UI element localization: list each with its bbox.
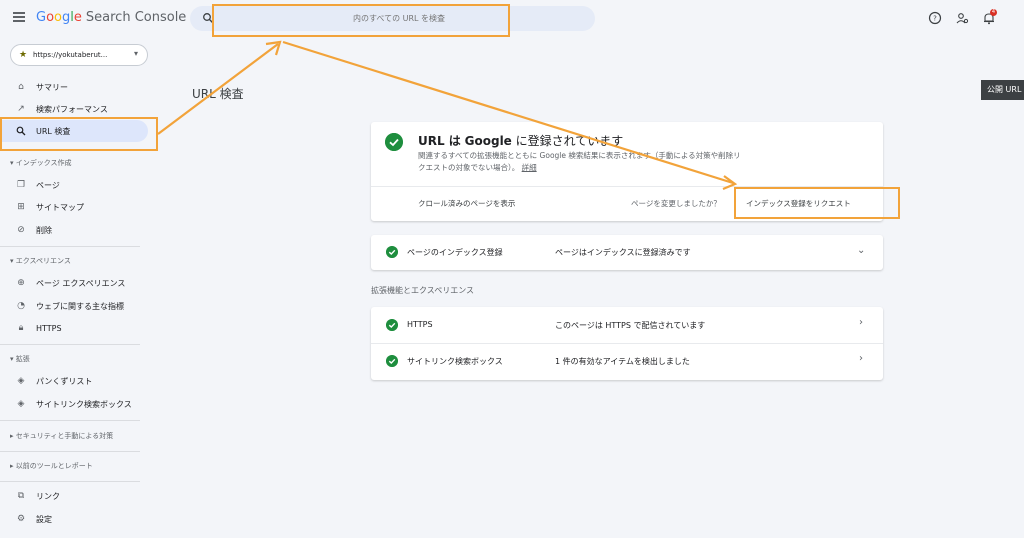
- sidebar-item-sitelinks-searchbox[interactable]: ◈ サイトリンク検索ボックス: [0, 393, 148, 415]
- sidebar-item-summary[interactable]: ⌂ サマリー: [0, 76, 148, 98]
- view-crawled-page-link[interactable]: クロール済みのページを表示: [418, 198, 515, 209]
- pages-icon: ❐: [16, 180, 26, 190]
- divider: [0, 451, 140, 452]
- section-experience-toggle[interactable]: ▾ エクスペリエンス: [10, 256, 71, 266]
- sidebar-item-settings[interactable]: ⚙ 設定: [0, 508, 148, 530]
- removal-icon: ⊘: [17, 225, 25, 235]
- check-circle-icon: [386, 246, 398, 258]
- enhancements-heading: 拡張機能とエクスペリエンス: [371, 286, 475, 295]
- enhancement-row-https[interactable]: HTTPS このページは HTTPS で配信されています ›: [371, 307, 883, 343]
- divider: [0, 344, 140, 345]
- sidebar-item-label: サマリー: [36, 82, 68, 92]
- divider: [0, 420, 140, 421]
- section-security-toggle[interactable]: ▸ セキュリティと手動による対策: [10, 431, 113, 441]
- chevron-right-icon: ›: [859, 353, 863, 364]
- highlight-box-url-inspection: [0, 117, 158, 151]
- sidebar-item-label: HTTPS: [36, 323, 62, 333]
- gear-icon: ⚙: [16, 514, 26, 524]
- status-title-prefix: URL は: [418, 134, 461, 148]
- chevron-right-icon: ›: [859, 317, 863, 328]
- check-circle-icon: [386, 319, 398, 331]
- sidebar-item-label: リンク: [36, 491, 60, 501]
- sitemap-icon: ⊞: [17, 202, 25, 212]
- speed-icon: ◔: [17, 301, 25, 311]
- notification-badge: 4: [990, 9, 997, 16]
- learn-more-link[interactable]: 詳細: [522, 163, 537, 172]
- help-icon[interactable]: ?: [928, 11, 942, 25]
- chevron-down-icon: ⌄: [857, 245, 866, 256]
- index-status-description: 関連するすべての拡張機能とともに Google 検索結果に表示されます（手動によ…: [418, 150, 748, 174]
- sidebar-item-label: ページ エクスペリエンス: [36, 278, 126, 288]
- sidebar-item-label: パンくずリスト: [36, 376, 93, 386]
- sidebar-item-breadcrumbs[interactable]: ◈ パンくずリスト: [0, 370, 148, 392]
- page-indexing-row[interactable]: ページのインデックス登録 ページはインデックスに登録済みです ⌄: [371, 235, 883, 270]
- row-value: ページはインデックスに登録済みです: [555, 248, 691, 257]
- menu-icon[interactable]: [13, 12, 25, 22]
- users-settings-icon[interactable]: [955, 11, 969, 25]
- app-header: GoogleSearch Console ? 4: [0, 0, 1024, 38]
- sidebar-item-core-web-vitals[interactable]: ◔ ウェブに関する主な指標: [0, 295, 148, 317]
- sidebar-item-sitemaps[interactable]: ⊞ サイトマップ: [0, 196, 148, 218]
- row-value: このページは HTTPS で配信されています: [555, 321, 706, 330]
- enhancements-card: HTTPS このページは HTTPS で配信されています › サイトリンク検索ボ…: [371, 307, 883, 380]
- divider: [0, 246, 140, 247]
- property-selector[interactable]: ★ https://yokutaberut... ▾: [10, 44, 148, 66]
- property-label: https://yokutaberut...: [33, 51, 108, 59]
- sidebar-item-removals[interactable]: ⊘ 削除: [0, 219, 148, 241]
- row-value: 1 件の有効なアイテムを検出しました: [555, 357, 690, 366]
- sidebar-item-page-experience[interactable]: ⊕ ページ エクスペリエンス: [0, 272, 148, 294]
- highlight-box-search: [212, 4, 510, 37]
- highlight-box-request-indexing: [734, 187, 900, 219]
- divider: [0, 481, 140, 482]
- layers-icon: ◈: [17, 399, 25, 409]
- sidebar-item-label: サイトマップ: [36, 202, 84, 212]
- chevron-down-icon: ▾: [133, 49, 138, 58]
- layers-icon: ◈: [17, 376, 25, 386]
- section-indexing-toggle[interactable]: ▾ インデックス作成: [10, 158, 72, 168]
- plus-circle-icon: ⊕: [17, 278, 25, 288]
- section-label: セキュリティと手動による対策: [15, 432, 114, 440]
- home-icon: ⌂: [18, 82, 24, 92]
- check-circle-icon: [386, 355, 398, 367]
- property-favicon-icon: ★: [19, 50, 28, 60]
- test-live-url-button[interactable]: 公開 URL: [981, 80, 1024, 100]
- index-status-title: URL は Google に登録されています: [418, 132, 623, 149]
- page-title: URL 検査: [192, 87, 244, 101]
- lock-icon: 🔒︎: [18, 323, 24, 333]
- link-icon: ⧉: [17, 491, 25, 501]
- row-label: HTTPS: [407, 320, 433, 329]
- svg-text:?: ?: [933, 15, 937, 23]
- enhancement-row-sitelinks[interactable]: サイトリンク検索ボックス 1 件の有効なアイテムを検出しました ›: [371, 344, 883, 380]
- sidebar-item-label: 削除: [36, 225, 52, 235]
- page-changed-question: ページを変更しましたか？: [631, 199, 721, 208]
- row-label: サイトリンク検索ボックス: [407, 357, 503, 366]
- sidebar-item-label: 検索パフォーマンス: [36, 104, 108, 114]
- sidebar-item-label: ウェブに関する主な指標: [36, 301, 124, 311]
- section-label: インデックス作成: [15, 159, 72, 167]
- product-name: Search Console: [85, 10, 187, 25]
- sidebar-item-links[interactable]: ⧉ リンク: [0, 485, 148, 507]
- sidebar-item-label: 設定: [36, 514, 52, 524]
- section-legacy-tools-toggle[interactable]: ▸ 以前のツールとレポート: [10, 461, 93, 471]
- status-description-text: 関連するすべての拡張機能とともに Google 検索結果に表示されます（手動によ…: [418, 151, 741, 172]
- sidebar-item-https[interactable]: 🔒︎ HTTPS: [0, 317, 148, 339]
- section-label: エクスペリエンス: [15, 257, 71, 265]
- section-enhancements-toggle[interactable]: ▾ 拡張: [10, 354, 30, 364]
- trending-icon: ↗: [17, 104, 25, 114]
- app-logo[interactable]: Google Search Console: [36, 10, 186, 25]
- section-label: 拡張: [15, 355, 30, 363]
- row-label: ページのインデックス登録: [407, 248, 503, 257]
- sidebar-item-label: ページ: [36, 180, 60, 190]
- status-title-brand: Google: [464, 134, 512, 148]
- sidebar-item-pages[interactable]: ❐ ページ: [0, 174, 148, 196]
- section-label: 以前のツールとレポート: [15, 462, 93, 470]
- sidebar-item-label: サイトリンク検索ボックス: [36, 399, 132, 409]
- status-title-suffix: に登録されています: [515, 134, 624, 148]
- check-circle-icon: [385, 133, 403, 151]
